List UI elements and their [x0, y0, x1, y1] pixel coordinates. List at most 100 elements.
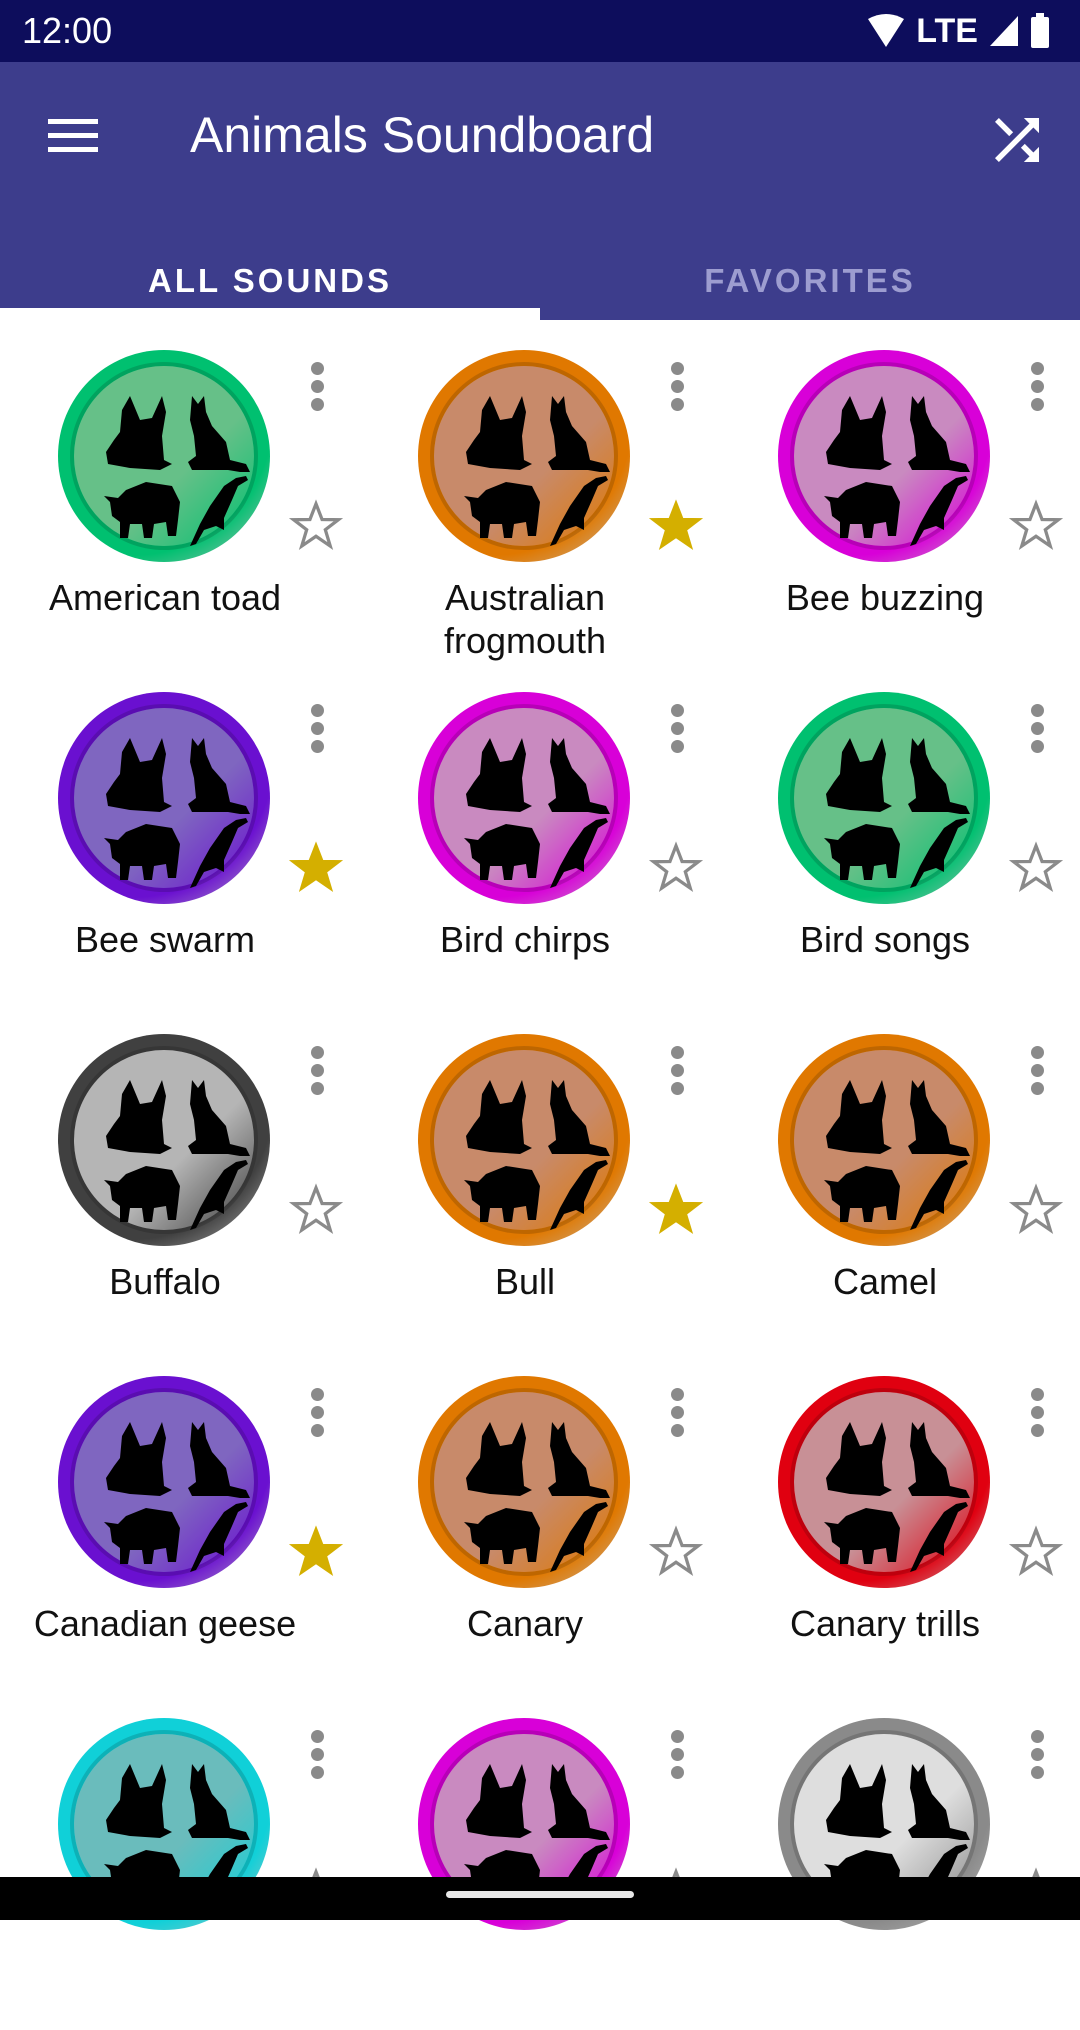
sound-name: Canary — [466, 1603, 584, 1644]
animals-silhouette-icon — [104, 1080, 250, 1230]
sound-item: American toad — [0, 320, 360, 662]
more-options-icon[interactable] — [660, 1384, 694, 1448]
animals-silhouette-icon — [464, 1080, 610, 1230]
signal-icon — [990, 16, 1018, 46]
more-options-icon[interactable] — [300, 700, 334, 764]
sound-name: Bee swarm — [74, 919, 256, 960]
sound-item: Bird songs — [720, 662, 1080, 1004]
animals-silhouette-icon — [464, 1422, 610, 1572]
more-options-icon[interactable] — [300, 1384, 334, 1448]
sound-item: Bird chirps — [360, 662, 720, 1004]
animals-silhouette-icon — [104, 396, 250, 546]
sound-badge-face — [434, 708, 614, 888]
more-options-icon[interactable] — [1020, 1042, 1054, 1106]
sound-item: Australian frogmouth — [360, 320, 720, 662]
sound-badge-face — [794, 708, 974, 888]
sound-name: Canadian geese — [33, 1603, 297, 1644]
sound-item: Bull — [360, 1004, 720, 1346]
star-outline-icon[interactable] — [288, 498, 344, 554]
sound-item: Camel — [720, 1004, 1080, 1346]
sound-item: Bee swarm — [0, 662, 360, 1004]
sound-play-button[interactable] — [418, 350, 630, 562]
more-options-icon[interactable] — [1020, 1384, 1054, 1448]
more-options-icon[interactable] — [1020, 358, 1054, 422]
sound-name: Bull — [494, 1261, 556, 1302]
navigation-bar — [0, 1877, 1080, 1920]
sound-badge-face — [74, 1392, 254, 1572]
sound-badge-face — [74, 1050, 254, 1230]
star-filled-icon[interactable] — [648, 1182, 704, 1238]
sound-badge-face — [74, 708, 254, 888]
sound-play-button[interactable] — [58, 1034, 270, 1246]
sound-item: Buffalo — [0, 1004, 360, 1346]
sound-badge-face — [74, 366, 254, 546]
sound-play-button[interactable] — [418, 1376, 630, 1588]
sound-badge-face — [434, 1050, 614, 1230]
sound-play-button[interactable] — [778, 1376, 990, 1588]
animals-silhouette-icon — [824, 396, 970, 546]
sound-item — [360, 1688, 720, 2030]
animals-silhouette-icon — [464, 738, 610, 888]
status-time: 12:00 — [22, 10, 113, 51]
sound-badge-face — [794, 366, 974, 546]
more-options-icon[interactable] — [1020, 1726, 1054, 1790]
app-bar: Animals Soundboard ALL SOUNDS FAVORITES — [0, 62, 1080, 320]
sound-item: Canadian geese — [0, 1346, 360, 1688]
more-options-icon[interactable] — [300, 358, 334, 422]
sound-name: American toad — [48, 577, 282, 618]
animals-silhouette-icon — [464, 396, 610, 546]
active-tab-indicator — [0, 308, 540, 320]
sound-badge-face — [434, 1392, 614, 1572]
more-options-icon[interactable] — [660, 700, 694, 764]
sound-play-button[interactable] — [418, 692, 630, 904]
sound-play-button[interactable] — [58, 1376, 270, 1588]
hamburger-menu-icon[interactable] — [38, 110, 108, 170]
star-filled-icon[interactable] — [288, 1524, 344, 1580]
sound-name: Canary trills — [789, 1603, 981, 1644]
tab-favorites[interactable]: FAVORITES — [540, 242, 1080, 320]
animals-silhouette-icon — [824, 1080, 970, 1230]
star-outline-icon[interactable] — [1008, 1524, 1064, 1580]
sound-item — [720, 1688, 1080, 2030]
star-outline-icon[interactable] — [288, 1182, 344, 1238]
sound-badge-face — [794, 1392, 974, 1572]
battery-icon — [1031, 13, 1049, 48]
sound-play-button[interactable] — [58, 350, 270, 562]
star-outline-icon[interactable] — [1008, 498, 1064, 554]
star-filled-icon[interactable] — [288, 840, 344, 896]
status-icons: LTE — [866, 10, 1050, 52]
sound-play-button[interactable] — [418, 1034, 630, 1246]
sound-item: Bee buzzing — [720, 320, 1080, 662]
animals-silhouette-icon — [824, 1422, 970, 1572]
shuffle-icon[interactable] — [984, 107, 1050, 173]
app-title: Animals Soundboard — [190, 107, 655, 163]
sound-item — [0, 1688, 360, 2030]
animals-silhouette-icon — [824, 738, 970, 888]
more-options-icon[interactable] — [300, 1042, 334, 1106]
more-options-icon[interactable] — [660, 1042, 694, 1106]
sound-name: Australian frogmouth — [443, 577, 607, 661]
animals-silhouette-icon — [104, 1422, 250, 1572]
sound-badge-face — [434, 366, 614, 546]
more-options-icon[interactable] — [1020, 700, 1054, 764]
sound-badge-face — [794, 1050, 974, 1230]
star-outline-icon[interactable] — [648, 840, 704, 896]
star-outline-icon[interactable] — [1008, 840, 1064, 896]
more-options-icon[interactable] — [660, 358, 694, 422]
sound-name: Camel — [832, 1261, 938, 1302]
network-type: LTE — [916, 11, 978, 50]
star-outline-icon[interactable] — [648, 1524, 704, 1580]
more-options-icon[interactable] — [300, 1726, 334, 1790]
star-filled-icon[interactable] — [648, 498, 704, 554]
sound-play-button[interactable] — [778, 1034, 990, 1246]
sound-name: Bird songs — [799, 919, 971, 960]
star-outline-icon[interactable] — [1008, 1182, 1064, 1238]
wifi-icon — [868, 14, 905, 47]
sound-name: Bird chirps — [439, 919, 611, 960]
home-gesture-handle[interactable] — [446, 1891, 634, 1898]
sound-play-button[interactable] — [778, 350, 990, 562]
sound-play-button[interactable] — [778, 692, 990, 904]
sound-play-button[interactable] — [58, 692, 270, 904]
sound-item: Canary trills — [720, 1346, 1080, 1688]
more-options-icon[interactable] — [660, 1726, 694, 1790]
